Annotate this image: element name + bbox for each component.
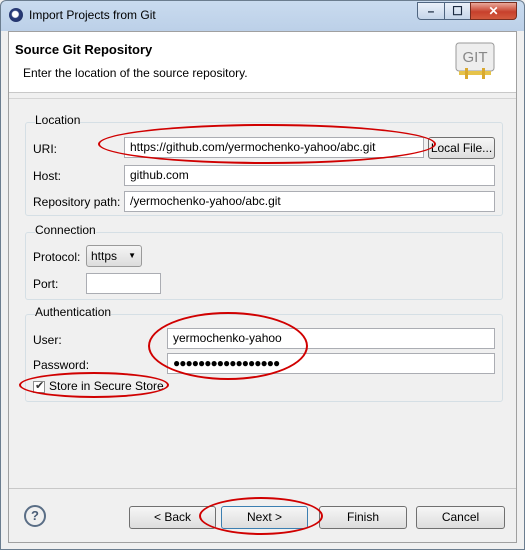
location-group: Location URI: https://github.com/yermoch…	[25, 113, 503, 216]
password-input[interactable]: ●●●●●●●●●●●●●●●●●	[167, 353, 495, 374]
password-label: Password:	[33, 358, 90, 372]
button-bar-separator	[9, 488, 516, 489]
repository-path-input[interactable]: /yermochenko-yahoo/abc.git	[124, 191, 495, 212]
title-bar: Import Projects from Git – ☐ ✕	[1, 1, 524, 31]
authentication-group-label: Authentication	[35, 305, 112, 319]
protocol-label: Protocol:	[33, 250, 81, 264]
minimize-icon: –	[427, 4, 435, 18]
dialog-client: Source Git Repository Enter the location…	[8, 31, 517, 543]
protocol-select[interactable]: https ▼	[86, 245, 142, 267]
chevron-down-icon: ▼	[128, 251, 136, 260]
store-secure-label: Store in Secure Store	[49, 379, 164, 393]
header-separator	[9, 98, 516, 99]
help-icon[interactable]: ?	[24, 505, 46, 527]
git-logo-icon: GIT	[455, 42, 495, 79]
connection-group: Connection Protocol: https ▼ Port:	[25, 223, 503, 300]
page-title: Source Git Repository	[15, 42, 153, 57]
local-file-button[interactable]: Local File...	[428, 137, 495, 159]
repository-path-label: Repository path:	[33, 195, 121, 209]
eclipse-icon	[9, 8, 23, 22]
uri-label: URI:	[33, 142, 57, 156]
protocol-value: https	[91, 249, 118, 263]
maximize-icon: ☐	[452, 4, 463, 18]
page-description: Enter the location of the source reposit…	[23, 66, 248, 80]
git-logo-text: GIT	[463, 49, 488, 66]
close-icon: ✕	[488, 4, 499, 18]
host-input[interactable]: github.com	[124, 165, 495, 186]
window-title: Import Projects from Git	[29, 8, 156, 22]
port-input[interactable]	[86, 273, 161, 294]
dialog-window: Import Projects from Git – ☐ ✕ Source Gi…	[0, 0, 525, 550]
host-label: Host:	[33, 169, 62, 183]
close-button[interactable]: ✕	[470, 2, 517, 20]
store-secure-checkbox[interactable]: ✔	[33, 380, 45, 393]
user-label: User:	[33, 333, 62, 347]
user-input[interactable]: yermochenko-yahoo	[167, 328, 495, 349]
minimize-button[interactable]: –	[417, 2, 445, 20]
checkmark-icon: ✔	[35, 380, 45, 392]
location-group-label: Location	[35, 113, 81, 127]
wizard-header: Source Git Repository Enter the location…	[9, 32, 516, 93]
maximize-button[interactable]: ☐	[444, 2, 471, 20]
back-button[interactable]: < Back	[129, 506, 216, 529]
uri-input[interactable]: https://github.com/yermochenko-yahoo/abc…	[124, 137, 424, 158]
authentication-group: Authentication User: yermochenko-yahoo P…	[25, 305, 503, 402]
cancel-button[interactable]: Cancel	[416, 506, 505, 529]
next-button[interactable]: Next >	[221, 506, 308, 529]
connection-group-label: Connection	[35, 223, 96, 237]
finish-button[interactable]: Finish	[319, 506, 407, 529]
port-label: Port:	[33, 277, 59, 291]
